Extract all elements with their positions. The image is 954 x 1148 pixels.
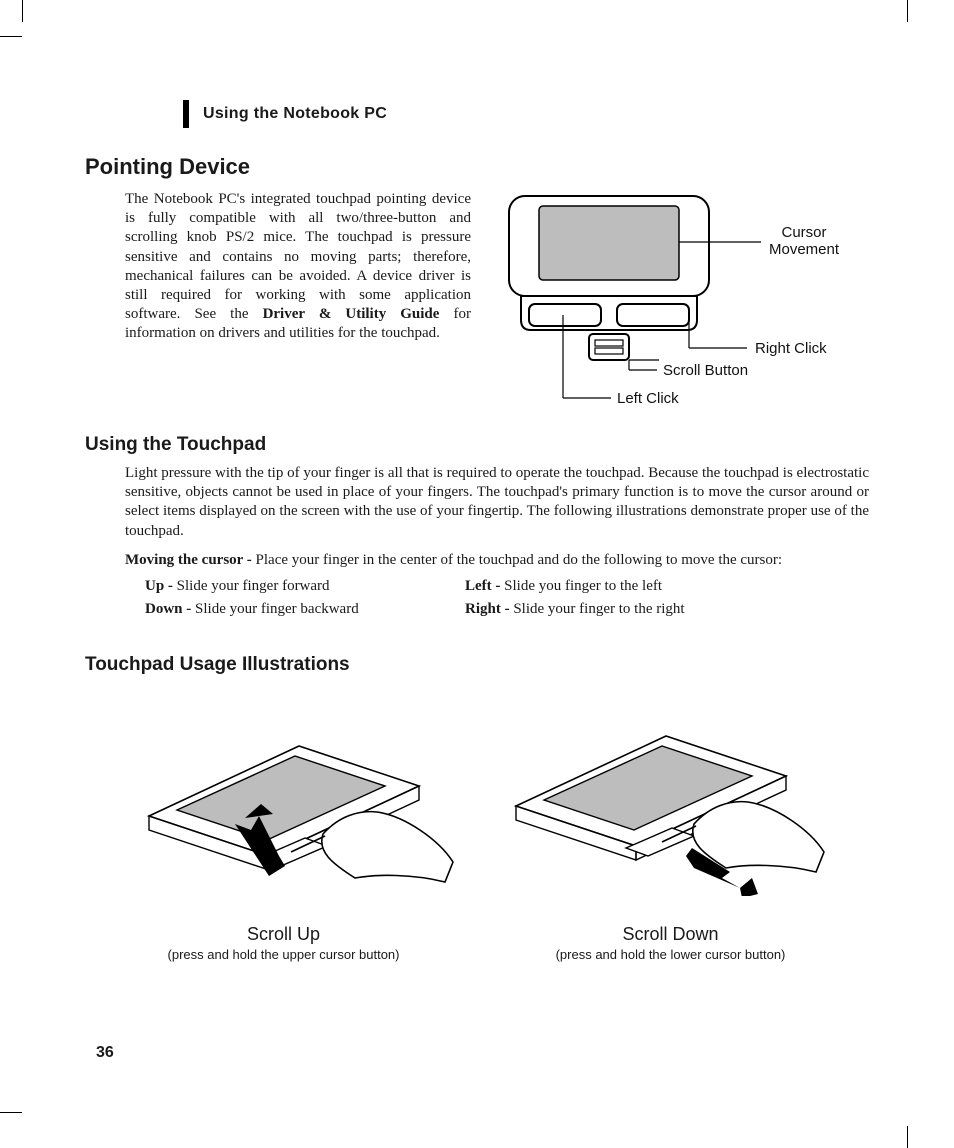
- crop-mark: [907, 1126, 908, 1148]
- subcaption-scroll-up: (press and hold the upper cursor button): [168, 947, 400, 962]
- page-number: 36: [96, 1044, 114, 1062]
- label-right-click: Right Click: [755, 340, 827, 357]
- crop-mark: [907, 0, 908, 22]
- text-bold: Moving the cursor -: [125, 552, 256, 568]
- heading-usage-illustrations: Touchpad Usage Illustrations: [85, 654, 869, 676]
- text-bold: Left -: [465, 578, 504, 594]
- label-cursor-movement: Cursor Movement: [769, 224, 839, 258]
- heading-using-touchpad: Using the Touchpad: [85, 434, 869, 456]
- scroll-up-illustration: [109, 706, 459, 896]
- text-bold: Down -: [145, 601, 195, 617]
- header-bar-icon: [183, 100, 189, 128]
- text-bold: Driver & Utility Guide: [263, 306, 440, 322]
- caption-scroll-up: Scroll Up: [247, 924, 320, 945]
- caption-scroll-down: Scroll Down: [622, 924, 718, 945]
- running-head: Using the Notebook PC: [203, 105, 387, 123]
- paragraph-moving-cursor: Moving the cursor - Place your finger in…: [125, 551, 869, 570]
- text: Slide you finger to the left: [504, 578, 662, 594]
- label-left-click: Left Click: [617, 390, 679, 407]
- crop-mark: [0, 1112, 22, 1113]
- text-bold: Right -: [465, 601, 513, 617]
- scroll-down-illustration: [496, 706, 846, 896]
- text: The Notebook PC's integrated touchpad po…: [125, 191, 471, 322]
- direction-list: Up - Slide your finger forward Down - Sl…: [145, 576, 869, 620]
- text: Slide your finger to the right: [513, 601, 684, 617]
- paragraph-pointing-device: The Notebook PC's integrated touchpad po…: [125, 190, 471, 344]
- subcaption-scroll-down: (press and hold the lower cursor button): [556, 947, 786, 962]
- crop-mark: [22, 0, 23, 22]
- heading-pointing-device: Pointing Device: [85, 154, 869, 180]
- text: Slide your finger forward: [177, 578, 330, 594]
- text: Slide your finger backward: [195, 601, 359, 617]
- label-scroll-button: Scroll Button: [663, 362, 748, 379]
- text-bold: Up -: [145, 578, 177, 594]
- crop-mark: [0, 36, 22, 37]
- paragraph-using-touchpad: Light pressure with the tip of your fing…: [125, 464, 869, 541]
- text: Place your finger in the center of the t…: [256, 552, 783, 568]
- touchpad-diagram: Cursor Movement Right Click Scroll Butto…: [499, 190, 869, 410]
